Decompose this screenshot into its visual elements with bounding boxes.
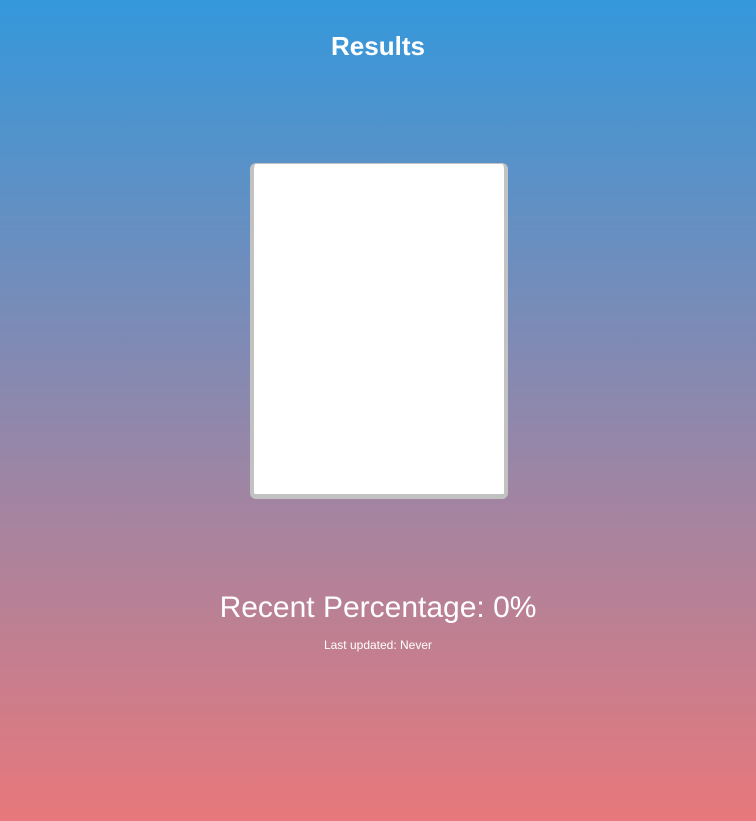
- last-updated-label: Last updated:: [323, 638, 401, 652]
- result-card: [250, 163, 508, 499]
- recent-percentage-label: Recent Percentage:: [219, 591, 494, 624]
- recent-percentage: Recent Percentage: 0%: [0, 590, 756, 626]
- last-updated: Last updated: Never: [0, 638, 756, 652]
- page-title: Results: [331, 31, 425, 61]
- recent-percentage-value: 0%: [493, 591, 537, 624]
- last-updated-value: Never: [400, 638, 433, 652]
